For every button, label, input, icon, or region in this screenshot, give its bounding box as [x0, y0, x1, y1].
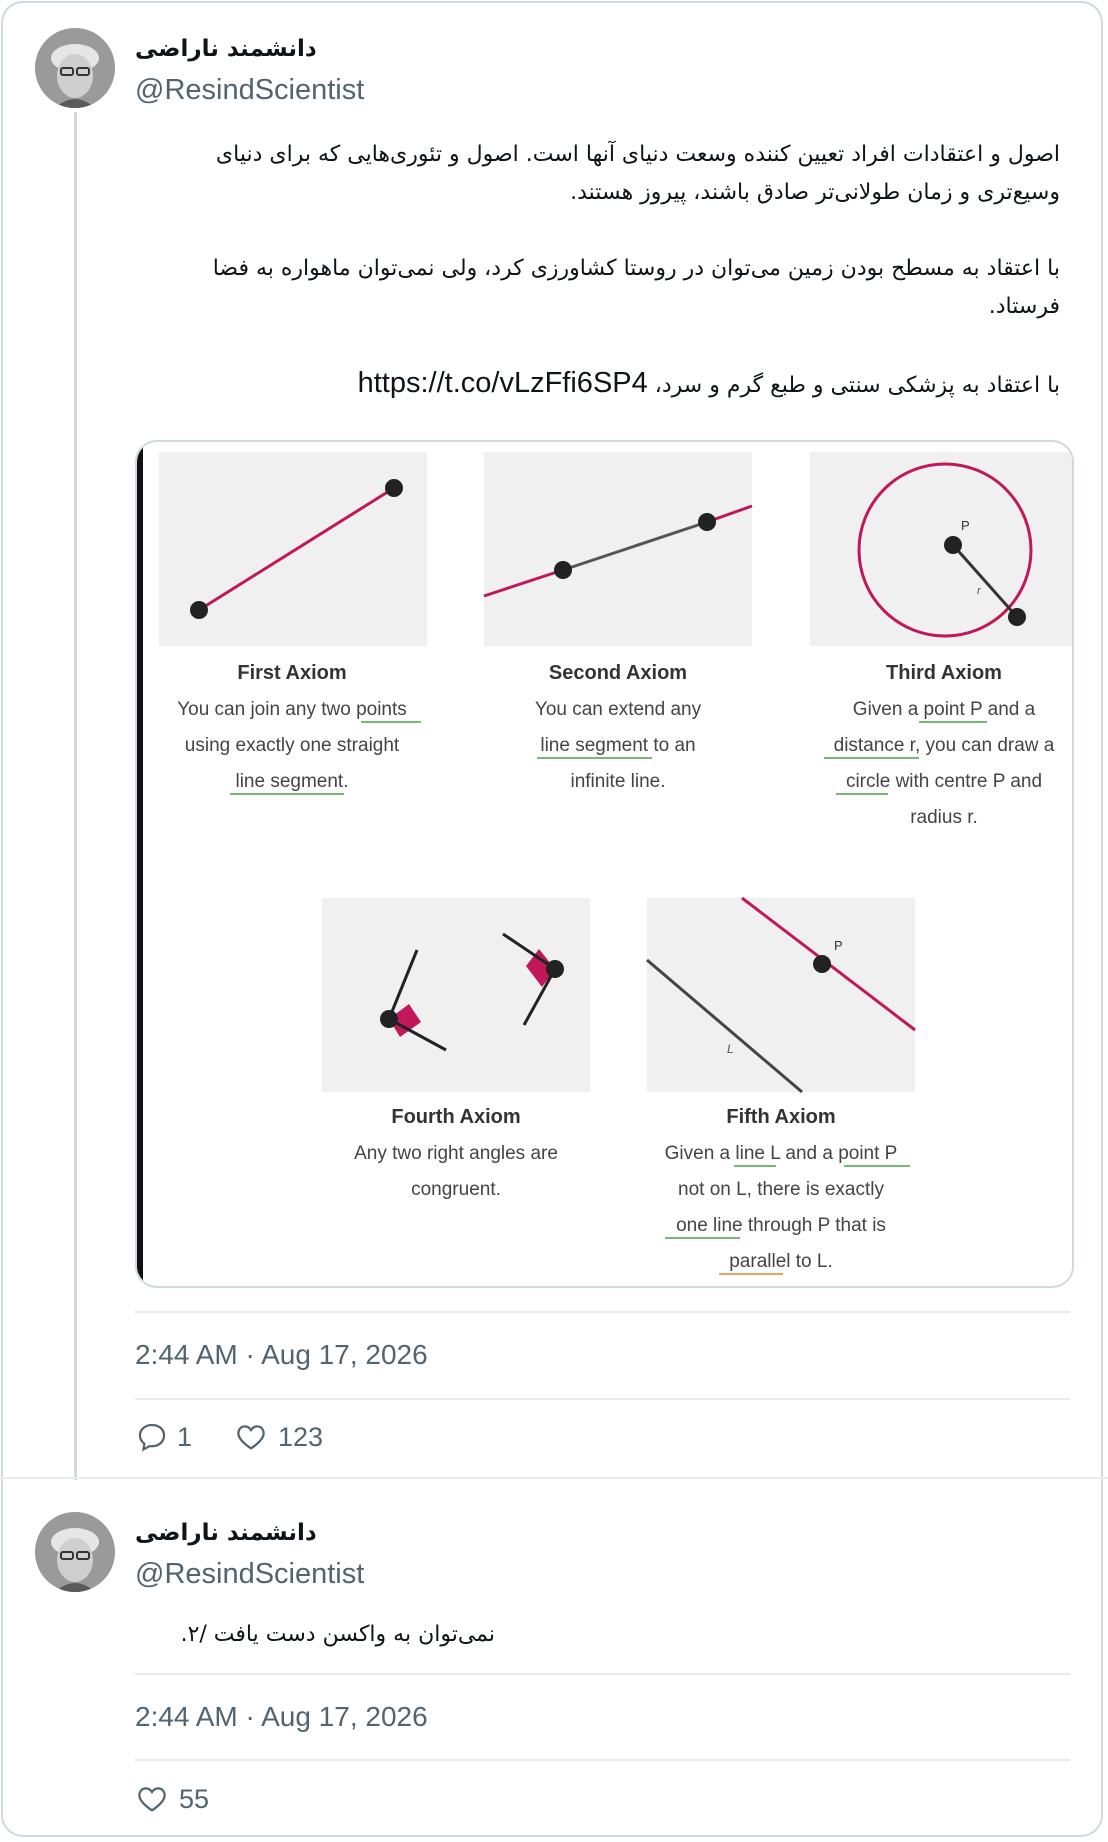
- axiom-caption: Fifth Axiom Given a line L and a point P…: [665, 1106, 910, 1275]
- euclid-axioms-figure: P r P L First Axiom You can join any two…: [137, 442, 1072, 1286]
- axiom-panel: [322, 898, 590, 1092]
- author-handle[interactable]: @ResindScientist: [135, 1558, 364, 1591]
- tweet-separator: [0, 1477, 1108, 1479]
- author-name[interactable]: دانشمند ناراضی: [135, 36, 317, 62]
- label-l: L: [727, 1042, 734, 1056]
- axiom-line: congruent.: [411, 1179, 501, 1200]
- tweet-media-image[interactable]: P r P L First Axiom You can join any two…: [135, 440, 1074, 1288]
- reply-icon: [138, 1423, 166, 1452]
- tweet-timestamp[interactable]: 2:44 AM · Aug 17, 2026: [135, 1701, 428, 1733]
- axiom-line: line segment to an: [540, 735, 695, 756]
- tweet-paragraph-text: با اعتقاد به پزشکی سنتی و طبع گرم و سرد،: [654, 373, 1060, 398]
- axiom-line: You can extend any: [535, 699, 702, 720]
- tweet-paragraph: اصول و اعتقادات افراد تعیین کننده وسعت د…: [215, 142, 1060, 205]
- author-handle[interactable]: @ResindScientist: [135, 74, 364, 107]
- tweet-paragraph: با اعتقاد به مسطح بودن زمین می‌توان در ر…: [212, 256, 1060, 319]
- axiom-line: You can join any two points: [177, 699, 407, 720]
- axiom-line: not on L, there is exactly: [678, 1179, 884, 1200]
- axiom-line: distance r, you can draw a: [834, 735, 1055, 756]
- axiom-line: Any two right angles are: [354, 1143, 558, 1164]
- tweet-link[interactable]: https://t.co/vLzFfi6SP4: [358, 367, 648, 399]
- label-p: P: [834, 938, 843, 953]
- axiom-title: Third Axiom: [886, 662, 1002, 684]
- divider: [135, 1673, 1070, 1675]
- axiom-line: using exactly one straight: [185, 735, 400, 756]
- axiom-title: Fifth Axiom: [726, 1106, 835, 1128]
- avatar[interactable]: [35, 28, 115, 108]
- axiom-title: Fourth Axiom: [391, 1106, 520, 1128]
- axiom-line: line segment.: [235, 771, 348, 792]
- divider: [135, 1311, 1070, 1313]
- divider: [135, 1759, 1070, 1761]
- axiom-caption: Second Axiom You can extend any line seg…: [535, 662, 702, 792]
- avatar-photo-icon: [35, 1512, 115, 1592]
- axiom-caption: First Axiom You can join any two points …: [177, 662, 421, 795]
- reply-count: 1: [177, 1421, 193, 1452]
- axiom-caption: Fourth Axiom Any two right angles are co…: [354, 1106, 558, 1200]
- axiom-line: circle with centre P and: [846, 771, 1042, 792]
- label-p: P: [961, 518, 970, 533]
- heart-icon: [237, 1425, 265, 1450]
- tweet-timestamp[interactable]: 2:44 AM · Aug 17, 2026: [135, 1339, 428, 1371]
- avatar[interactable]: [35, 1512, 115, 1592]
- heart-icon: [138, 1787, 166, 1812]
- like-button[interactable]: 123: [234, 1420, 323, 1454]
- like-count: 55: [179, 1783, 210, 1814]
- tweet-text: اصول و اعتقادات افراد تعیین کننده وسعت د…: [135, 136, 1060, 405]
- axiom-line: parallel to L.: [729, 1251, 833, 1272]
- axiom-panel: [484, 452, 752, 646]
- author-name[interactable]: دانشمند ناراضی: [135, 1520, 317, 1546]
- axiom-title: Second Axiom: [549, 662, 687, 684]
- tweet-paragraph: با اعتقاد به پزشکی سنتی و طبع گرم و سرد،…: [135, 364, 1060, 405]
- reply-button[interactable]: 1: [135, 1420, 192, 1454]
- like-count: 123: [278, 1421, 324, 1452]
- axiom-line: Given a point P and a: [853, 699, 1036, 720]
- avatar-photo-icon: [35, 28, 115, 108]
- like-button[interactable]: 55: [135, 1782, 209, 1816]
- axiom-caption: Third Axiom Given a point P and a distan…: [824, 662, 1055, 828]
- axiom-line: Given a line L and a point P: [665, 1143, 898, 1164]
- thread-connector-line: [74, 112, 77, 1480]
- axiom-title: First Axiom: [237, 662, 346, 684]
- tweet-text: نمی‌توان به واکسن دست یافت /۲.: [180, 1622, 495, 1647]
- divider: [135, 1398, 1070, 1400]
- axiom-line: one line through P that is: [676, 1215, 886, 1236]
- axiom-line: infinite line.: [570, 771, 665, 792]
- axiom-panel: [810, 452, 1072, 646]
- axiom-line: radius r.: [910, 807, 978, 828]
